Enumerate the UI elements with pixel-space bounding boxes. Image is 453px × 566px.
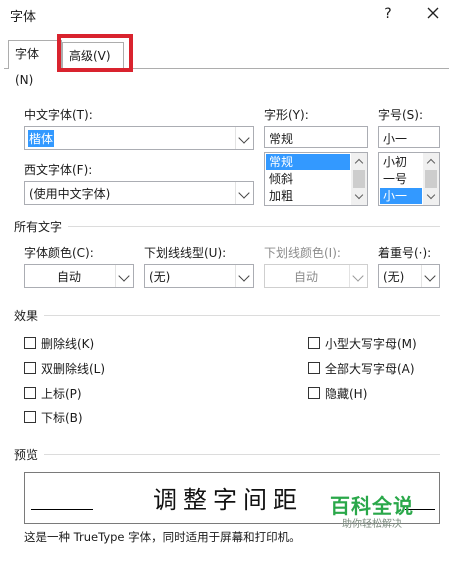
preview-underline-left: [31, 509, 93, 510]
chinese-font-select[interactable]: 楷体: [24, 126, 254, 150]
font-style-option[interactable]: 常规: [266, 154, 350, 170]
checkbox-box[interactable]: [24, 362, 36, 374]
chevron-down-icon[interactable]: [235, 265, 253, 287]
close-icon: [427, 7, 439, 19]
checkbox-box[interactable]: [308, 362, 320, 374]
chinese-font-label: 中文字体(T):: [24, 108, 93, 122]
scroll-up-icon[interactable]: [351, 153, 367, 169]
chinese-font-value: 楷体: [28, 130, 55, 147]
font-style-option[interactable]: 倾斜: [266, 171, 350, 187]
preview-sample-text: 调整字间距: [153, 486, 303, 514]
underline-color-select: 自动: [264, 264, 368, 288]
font-style-input[interactable]: 常规: [264, 126, 368, 148]
watermark-logo: 百科全说 助你轻松解决: [322, 494, 422, 532]
font-size-list[interactable]: 小初 一号 小一: [378, 152, 440, 206]
underline-style-label: 下划线线型(U):: [144, 246, 227, 260]
watermark-sub-text: 助你轻松解决: [342, 519, 402, 530]
title-bar: 字体 ?: [0, 0, 453, 30]
font-color-label: 字体颜色(C):: [24, 246, 94, 260]
all-caps-checkbox[interactable]: 全部大写字母(A): [308, 359, 438, 377]
preview-section-label: 预览: [14, 448, 39, 462]
superscript-checkbox[interactable]: 上标(P): [24, 384, 144, 402]
font-color-select[interactable]: 自动: [24, 264, 134, 288]
font-info-note: 这是一种 TrueType 字体，同时适用于屏幕和打印机。: [24, 530, 301, 544]
checkbox-label: 下标(B): [41, 411, 83, 425]
section-divider: [68, 226, 440, 227]
checkbox-box[interactable]: [308, 337, 320, 349]
effects-section-label: 效果: [14, 309, 39, 323]
emphasis-mark-select[interactable]: (无): [378, 264, 440, 288]
font-size-value: 小一: [383, 132, 408, 146]
underline-color-value: 自动: [293, 270, 318, 284]
font-size-input[interactable]: 小一: [378, 126, 440, 148]
strikethrough-checkbox[interactable]: 删除线(K): [24, 334, 144, 352]
font-size-option[interactable]: 小初: [380, 154, 422, 170]
tab-font[interactable]: 字体(N): [8, 40, 62, 87]
emphasis-mark-label: 着重号(·):: [378, 246, 432, 260]
scroll-down-icon[interactable]: [351, 189, 367, 205]
subscript-checkbox[interactable]: 下标(B): [24, 408, 144, 426]
chevron-down-icon[interactable]: [115, 265, 133, 287]
hidden-checkbox[interactable]: 隐藏(H): [308, 384, 438, 402]
scroll-up-icon[interactable]: [423, 153, 439, 169]
checkbox-label: 删除线(K): [41, 337, 95, 351]
font-size-scrollbar[interactable]: [423, 153, 439, 205]
dialog-title: 字体: [10, 10, 37, 25]
scroll-thumb[interactable]: [425, 170, 437, 188]
tab-divider: [4, 68, 449, 69]
underline-color-label: 下划线颜色(I):: [264, 246, 341, 260]
chevron-down-icon[interactable]: [421, 265, 439, 287]
checkbox-label: 小型大写字母(M): [325, 337, 417, 351]
western-font-select[interactable]: (使用中文字体): [24, 181, 254, 205]
emphasis-mark-value: (无): [383, 270, 405, 284]
font-style-option[interactable]: 加粗: [266, 188, 350, 204]
close-button[interactable]: [422, 2, 444, 24]
checkbox-box[interactable]: [24, 337, 36, 349]
chevron-down-icon[interactable]: [235, 127, 253, 149]
font-size-option[interactable]: 一号: [380, 171, 422, 187]
font-dialog: 字体 ? 字体(N) 高级(V) 中文字体(T): 楷体 西文字体(F): (使…: [0, 0, 453, 566]
section-divider: [44, 454, 440, 455]
small-caps-checkbox[interactable]: 小型大写字母(M): [308, 334, 438, 352]
font-style-label: 字形(Y):: [264, 108, 309, 122]
help-button[interactable]: ?: [378, 4, 398, 24]
chevron-down-icon: [349, 265, 367, 287]
underline-style-select[interactable]: (无): [144, 264, 254, 288]
scroll-thumb[interactable]: [353, 170, 365, 188]
checkbox-label: 隐藏(H): [325, 387, 368, 401]
underline-style-value: (无): [149, 270, 171, 284]
checkbox-box[interactable]: [24, 387, 36, 399]
double-strikethrough-checkbox[interactable]: 双删除线(L): [24, 359, 144, 377]
font-size-label: 字号(S):: [378, 108, 424, 122]
font-style-scrollbar[interactable]: [351, 153, 367, 205]
western-font-value: (使用中文字体): [29, 187, 111, 201]
font-size-option[interactable]: 小一: [380, 188, 422, 204]
watermark-main-text: 百科全说: [330, 494, 414, 518]
checkbox-label: 全部大写字母(A): [325, 362, 415, 376]
western-font-label: 西文字体(F):: [24, 163, 93, 177]
checkbox-label: 双删除线(L): [41, 362, 106, 376]
section-divider: [44, 315, 440, 316]
tab-advanced[interactable]: 高级(V): [62, 42, 124, 68]
font-color-value: 自动: [56, 270, 81, 284]
font-style-value: 常规: [269, 132, 294, 146]
font-style-list[interactable]: 常规 倾斜 加粗: [264, 152, 368, 206]
all-text-section-label: 所有文字: [14, 220, 63, 234]
checkbox-box[interactable]: [24, 411, 36, 423]
scroll-down-icon[interactable]: [423, 189, 439, 205]
chevron-down-icon[interactable]: [235, 182, 253, 204]
checkbox-box[interactable]: [308, 387, 320, 399]
checkbox-label: 上标(P): [41, 387, 82, 401]
